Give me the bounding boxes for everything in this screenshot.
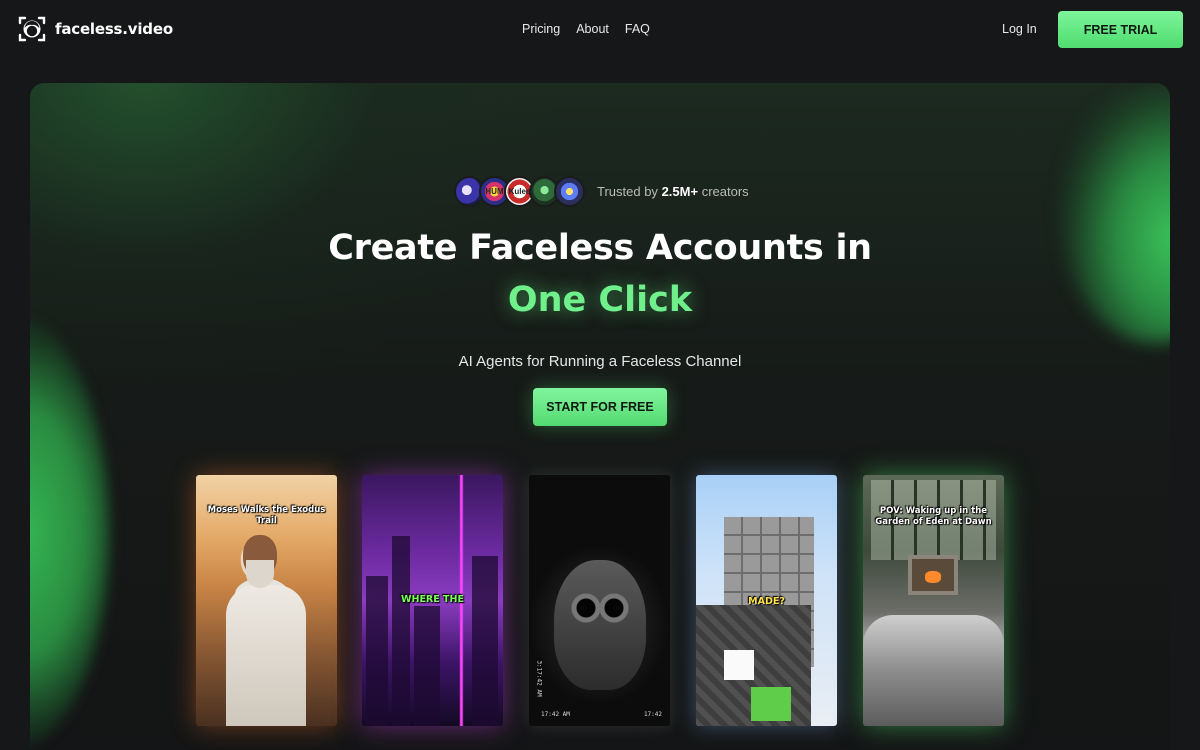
- trusted-count: 2.5M+: [661, 184, 699, 199]
- video-card[interactable]: POV: Waking up in the Garden of Eden at …: [863, 475, 1004, 726]
- faceless-logo-icon: [18, 16, 46, 42]
- trusted-prefix: Trusted by: [597, 184, 658, 199]
- video-thumbnail-art: [554, 560, 646, 690]
- video-card[interactable]: Moses Walks the Exodus Trail: [196, 475, 337, 726]
- creator-avatars: HUM Kulee: [454, 176, 585, 207]
- video-thumbnail-art: [908, 555, 958, 595]
- hero-headline-accent: One Click: [507, 280, 693, 320]
- creator-avatar: [554, 176, 585, 207]
- video-thumbnail-art: [472, 556, 498, 726]
- hero-headline: Create Faceless Accounts in: [328, 228, 872, 268]
- video-timestamp: 3:17:42 AM: [535, 660, 543, 697]
- video-caption: Moses Walks the Exodus Trail: [207, 505, 326, 526]
- video-caption: WHERE THE: [401, 594, 464, 605]
- brand-name: faceless.video: [55, 20, 173, 38]
- video-caption: MADE?: [748, 596, 785, 607]
- login-link[interactable]: Log In: [1002, 22, 1037, 36]
- video-thumbnail-art: [246, 560, 274, 588]
- glow-decoration-left: [30, 318, 110, 748]
- video-thumbnail-art: [392, 536, 410, 726]
- video-thumbnail-art: [724, 650, 754, 680]
- video-thumbnail-art: [414, 606, 440, 726]
- nav-link-about[interactable]: About: [576, 22, 609, 36]
- nav-links: Pricing About FAQ: [522, 22, 650, 36]
- video-thumbnail-art: [863, 615, 1004, 726]
- nav-link-faq[interactable]: FAQ: [625, 22, 650, 36]
- free-trial-button[interactable]: FREE TRIAL: [1058, 11, 1183, 48]
- brand-logo[interactable]: faceless.video: [17, 14, 173, 44]
- video-thumbnail-art: [751, 687, 791, 721]
- video-card[interactable]: MADE?: [696, 475, 837, 726]
- trusted-suffix: creators: [701, 184, 749, 199]
- video-timestamp: 17:42: [643, 711, 662, 718]
- video-thumbnail-art: [226, 585, 306, 726]
- video-caption: POV: Waking up in the Garden of Eden at …: [875, 506, 992, 527]
- trusted-text: Trusted by 2.5M+ creators: [597, 184, 749, 199]
- start-for-free-button[interactable]: START FOR FREE: [533, 388, 667, 426]
- nav-link-pricing[interactable]: Pricing: [522, 22, 560, 36]
- top-nav: faceless.video Pricing About FAQ Log In …: [0, 0, 1200, 60]
- hero-subheadline: AI Agents for Running a Faceless Channel: [458, 353, 742, 370]
- trusted-by-row: HUM Kulee Trusted by 2.5M+ creators: [454, 176, 749, 207]
- video-timestamp: 17:42 AM: [541, 711, 570, 718]
- video-card[interactable]: 17:42 AM 17:42 3:17:42 AM: [529, 475, 670, 726]
- hero-section: HUM Kulee Trusted by 2.5M+ creators Crea…: [30, 83, 1170, 750]
- video-card[interactable]: WHERE THE: [362, 475, 503, 726]
